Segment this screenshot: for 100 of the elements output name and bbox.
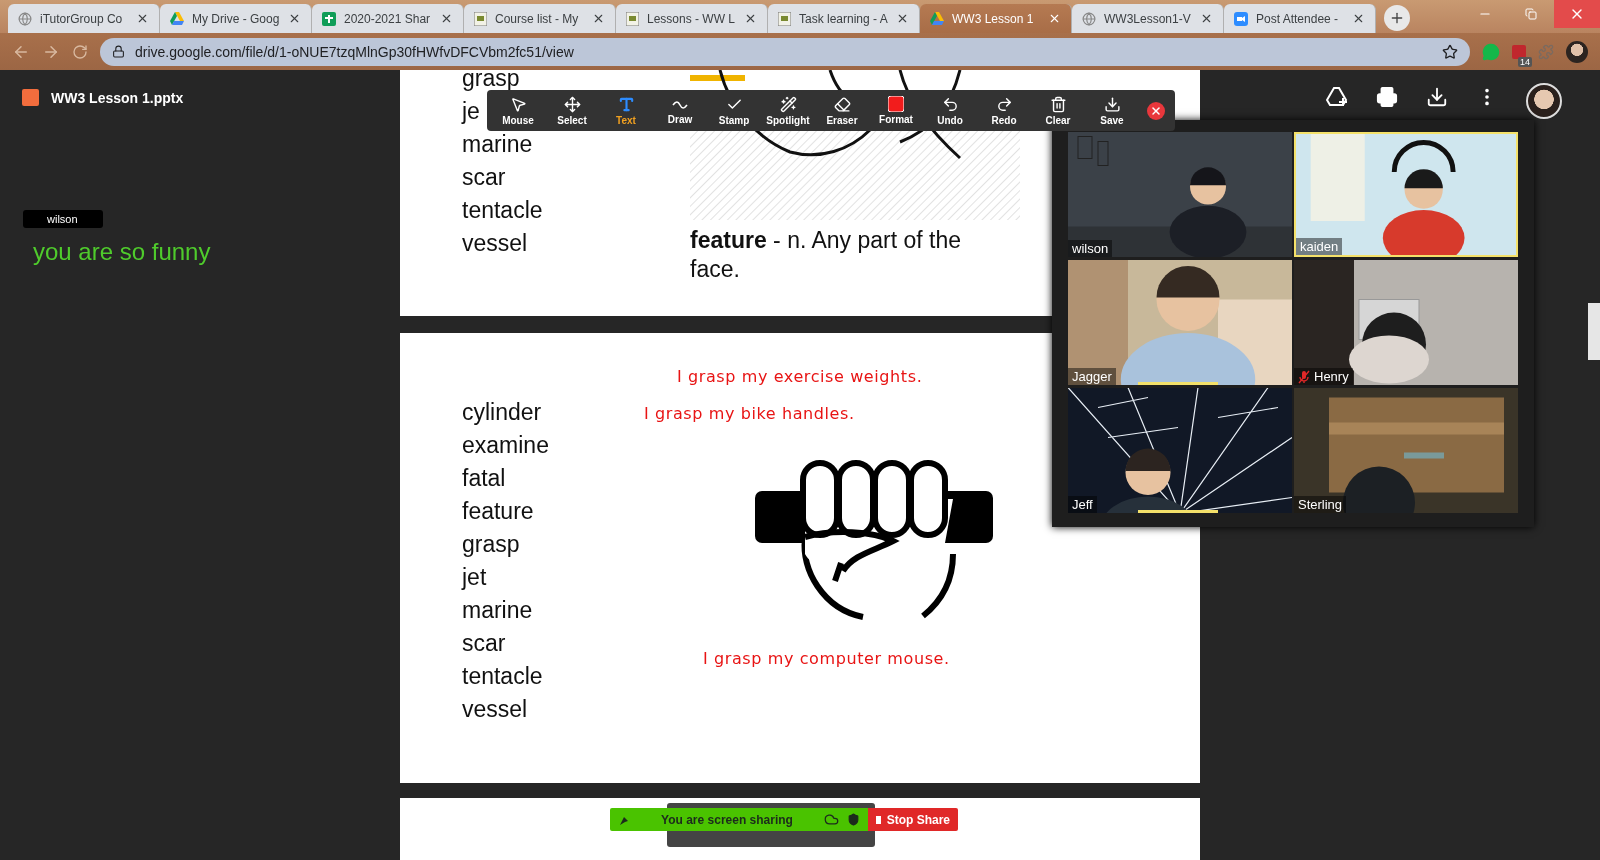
triangle-icon: [930, 12, 944, 25]
stop-icon: [876, 815, 881, 824]
download-icon[interactable]: [1426, 86, 1448, 108]
toolbar-button[interactable]: Save: [1085, 91, 1139, 130]
sharing-status-bar: You are screen sharing: [610, 808, 868, 831]
browser-tab[interactable]: Post Attendee -: [1224, 4, 1376, 33]
star-icon[interactable]: [1442, 43, 1458, 60]
toolbar-button[interactable]: Text: [599, 91, 653, 130]
close-icon[interactable]: [592, 12, 605, 25]
browser-tab[interactable]: WW3 Lesson 1: [920, 4, 1072, 33]
video-tile[interactable]: Jagger: [1068, 260, 1292, 385]
video-tile[interactable]: Jeff: [1068, 388, 1292, 513]
video-tile[interactable]: Sterling: [1294, 388, 1518, 513]
toolbar-button[interactable]: Eraser: [815, 91, 869, 130]
close-icon[interactable]: [136, 12, 149, 25]
participant-name: Sterling: [1294, 496, 1347, 513]
toolbar-button[interactable]: Clear: [1031, 91, 1085, 130]
browser-tab[interactable]: Course list - My: [464, 4, 616, 33]
file-name: WW3 Lesson 1.pptx: [51, 89, 184, 106]
download-icon: [1103, 95, 1121, 113]
browser-tab[interactable]: Task learning - A: [768, 4, 920, 33]
add-shortcut-icon[interactable]: [1326, 86, 1348, 108]
close-icon: [1150, 104, 1162, 117]
profile-avatar[interactable]: [1566, 40, 1588, 63]
globe-icon: [18, 11, 32, 26]
close-icon[interactable]: [1352, 12, 1365, 25]
toolbar-button[interactable]: Redo: [977, 91, 1031, 130]
fist-icon: [753, 459, 995, 621]
pointer-icon: [509, 95, 527, 113]
toolbar-button[interactable]: Spotlight: [761, 91, 815, 130]
toolbar-button[interactable]: Select: [545, 91, 599, 130]
definition-text: feature - n. Any part of the face.: [690, 226, 963, 284]
participant-name: kaiden: [1296, 238, 1343, 255]
lock-icon: [112, 45, 125, 58]
close-icon[interactable]: [1048, 12, 1061, 25]
cloud-icon: [824, 812, 839, 827]
vocabulary-word: feature: [462, 497, 534, 526]
video-tile[interactable]: wilson: [1068, 132, 1292, 257]
browser-tab[interactable]: WW3Lesson1-V: [1072, 4, 1224, 33]
eraser-icon: [833, 95, 851, 113]
close-button[interactable]: [1147, 101, 1165, 120]
participant-name: Jeff: [1068, 496, 1097, 513]
spreadsheet-icon: [322, 11, 336, 26]
vocabulary-word: marine: [462, 596, 533, 625]
close-icon[interactable]: [440, 12, 453, 25]
vocabulary-word: grasp: [462, 530, 520, 559]
close-icon[interactable]: [896, 12, 909, 25]
document-icon: [778, 11, 791, 26]
chat-sender: wilson: [23, 210, 103, 228]
reload-icon[interactable]: [72, 43, 88, 60]
browser-tab[interactable]: My Drive - Goog: [160, 4, 312, 33]
address-bar[interactable]: drive.google.com/file/d/1-oNUE7tzqMlnGp30fHWfvDFCVbm2fc51/view: [100, 37, 1470, 66]
toolbar-button[interactable]: Stamp: [707, 91, 761, 130]
close-icon[interactable]: [744, 12, 757, 25]
undo-icon: [941, 95, 959, 113]
browser-tab[interactable]: iTutorGroup Co: [8, 4, 160, 33]
example-sentence: I grasp my computer mouse.: [703, 649, 950, 668]
globe-icon: [1082, 11, 1096, 26]
scrollbar-thumb[interactable]: [1588, 303, 1600, 360]
vocabulary-word: scar: [462, 163, 506, 192]
stop-share-button[interactable]: Stop Share: [868, 808, 958, 831]
browser-tab[interactable]: Lessons - WW L: [616, 4, 768, 33]
plus-icon: [1389, 10, 1405, 26]
account-avatar[interactable]: [1526, 83, 1562, 119]
video-tile[interactable]: kaiden: [1294, 132, 1518, 257]
browser-tab[interactable]: 2020-2021 Shar: [312, 4, 464, 33]
vocabulary-word: cylinder: [462, 398, 542, 427]
vocabulary-word: grasp: [462, 70, 520, 93]
move-icon: [563, 95, 581, 113]
example-sentence: I grasp my exercise weights.: [677, 367, 923, 386]
participant-name: wilson: [1068, 240, 1113, 257]
vocabulary-word: tentacle: [462, 662, 543, 691]
participant-name: Henry: [1294, 368, 1353, 385]
close-icon[interactable]: [1200, 12, 1213, 25]
shield-icon: [847, 813, 860, 826]
vocabulary-word: examine: [462, 431, 549, 460]
participant-name: Jagger: [1068, 368, 1116, 385]
vocabulary-word: vessel: [462, 695, 528, 724]
print-icon[interactable]: [1376, 86, 1398, 108]
redo-icon: [995, 95, 1013, 113]
vocabulary-word: scar: [462, 629, 506, 658]
example-sentence: I grasp my bike handles.: [644, 404, 855, 423]
toolbar-button[interactable]: Format: [869, 91, 923, 130]
new-tab-button[interactable]: [1384, 5, 1410, 31]
vocabulary-word: marine: [462, 130, 533, 159]
toolbar-button[interactable]: Undo: [923, 91, 977, 130]
vocabulary-word: jet: [462, 563, 487, 592]
vocabulary-word: je: [462, 97, 480, 126]
triangle-icon: [170, 12, 184, 25]
extension-badge: 14: [1518, 56, 1532, 67]
document-icon: [474, 11, 487, 26]
toolbar-button[interactable]: Mouse: [491, 91, 545, 130]
video-camera-icon: [1234, 11, 1248, 26]
text-icon: [617, 95, 635, 113]
video-tile[interactable]: Henry: [1294, 260, 1518, 385]
wand-icon: [779, 95, 797, 113]
vocabulary-word: vessel: [462, 229, 528, 258]
toolbar-button[interactable]: Draw: [653, 91, 707, 130]
chat-message: you are so funny: [33, 238, 212, 266]
close-icon[interactable]: [288, 12, 301, 25]
